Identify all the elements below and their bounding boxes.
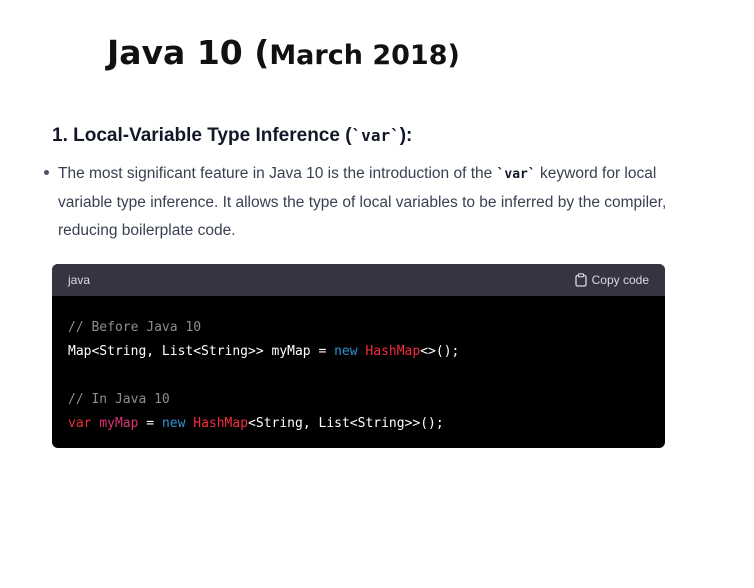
code-text: Map<String, List<String>> myMap = [68, 344, 335, 359]
code-content: // Before Java 10 Map<String, List<Strin… [52, 296, 665, 436]
heading-suffix: ): [399, 125, 413, 146]
copy-code-label: Copy code [591, 273, 649, 287]
code-comment: // In Java 10 [68, 392, 170, 407]
copy-code-button[interactable]: Copy code [574, 273, 649, 287]
section-heading: 1. Local-Variable Type Inference (`var`)… [52, 125, 412, 147]
code-keyword: new [334, 344, 358, 359]
code-class: HashMap [193, 416, 249, 431]
code-block: java Copy code // Before Java 10 Map<Str… [52, 264, 665, 448]
code-text: <>(); [420, 344, 460, 359]
clipboard-icon [574, 273, 587, 287]
code-comment: // Before Java 10 [68, 320, 202, 335]
code-text: = [138, 416, 162, 431]
heading-code: `var` [351, 126, 400, 145]
description-paragraph: The most significant feature in Java 10 … [58, 160, 668, 245]
page-title: Java 10 (March 2018) [107, 36, 460, 69]
title-main: Java 10 ( [107, 33, 270, 72]
title-sub: March 2018) [269, 40, 460, 71]
heading-prefix: 1. Local-Variable Type Inference ( [52, 125, 352, 146]
code-class: HashMap [365, 344, 421, 359]
code-language-label: java [68, 273, 91, 287]
code-variable: myMap [99, 416, 139, 431]
bullet-icon [44, 170, 49, 175]
code-keyword-var: var [68, 416, 92, 431]
code-text: <String, List<String>>(); [248, 416, 444, 431]
paragraph-part1: The most significant feature in Java 10 … [58, 165, 497, 182]
paragraph-code: `var` [496, 167, 536, 182]
code-keyword: new [161, 416, 186, 431]
code-block-header: java Copy code [52, 264, 665, 296]
